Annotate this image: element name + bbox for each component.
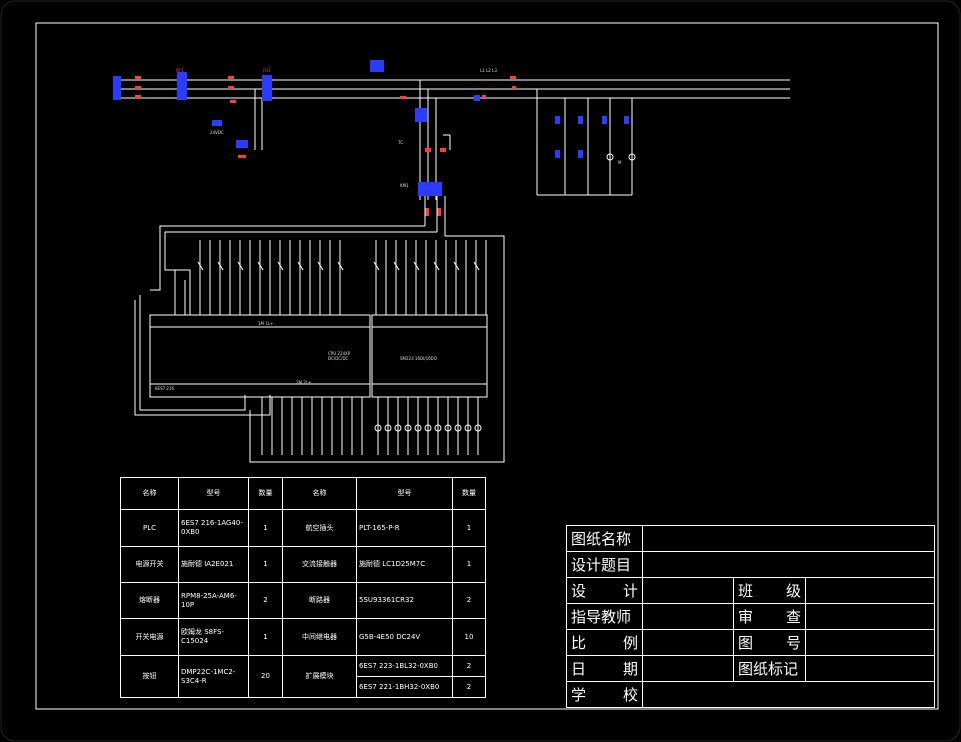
class-label: 班 级	[733, 577, 806, 604]
drawing-no-label: 图 号	[733, 629, 806, 656]
title-block-row: 设计题目	[566, 551, 935, 578]
bom-cell: RPM8-25A-AM6-10P	[178, 582, 249, 619]
bom-header: 名称	[120, 477, 179, 510]
scale-value	[642, 629, 734, 656]
bom-cell: 2	[452, 582, 486, 619]
bom-cell: 扩展模块	[282, 655, 357, 698]
drawing-mark-label: 图纸标记	[733, 655, 806, 682]
instructor-value	[642, 603, 734, 630]
label-fuse: FU1	[263, 68, 271, 73]
school-value	[642, 681, 935, 708]
bom-cell: 中间继电器	[282, 618, 357, 656]
date-value	[642, 655, 734, 682]
bom-cell: 2	[452, 655, 486, 677]
bom-cell: 6ES7 223-1BL32-0XB0	[356, 655, 453, 677]
school-label: 学 校	[566, 681, 643, 708]
drawing-canvas: QF1 FU1 L1 L2 L3 KM1 24VDC TC M CPU 224X…	[0, 0, 961, 742]
label-motor: M	[618, 160, 622, 165]
bom-cell: 航空插头	[282, 509, 357, 547]
class-value	[805, 577, 935, 604]
label-ext-module: SM223 16DI/16DO	[400, 356, 437, 361]
title-block-row: 指导教师 审 查	[566, 603, 935, 630]
bom-row: PLC 6ES7 216-1AG40-0XB0 1 航空插头 PLT-165-P…	[120, 509, 486, 547]
label-terminal-top: 1M 1L+	[258, 321, 274, 326]
label-transformer: TC	[398, 140, 404, 145]
bom-header: 名称	[282, 477, 357, 510]
drawing-mark-value	[805, 655, 935, 682]
label-power: L1 L2 L3	[480, 68, 497, 73]
bom-cell: 6ES7 216-1AG40-0XB0	[178, 509, 249, 547]
review-label: 审 查	[733, 603, 806, 630]
drawing-name-value	[642, 525, 935, 552]
label-plc-sub: DC/DC/DC	[328, 356, 349, 361]
bom-row: 开关电源 欧姆龙 S8FS-C15024 1 中间继电器 G5B-4E50 DC…	[120, 618, 486, 656]
date-label: 日 期	[566, 655, 643, 682]
bom-row: 熔断器 RPM8-25A-AM6-10P 2 断路器 5SU93361CR32 …	[120, 582, 486, 619]
label-breaker: QF1	[176, 68, 184, 73]
bom-cell: 交流接触器	[282, 546, 357, 583]
label-contactor: KM1	[400, 183, 409, 188]
bom-row: 按钮 DMP22C-1MC2-S3C4-R 20 扩展模块 6ES7 223-1…	[120, 655, 486, 698]
title-block-row: 日 期 图纸标记	[566, 655, 935, 682]
bom-row: 电源开关 施耐德 IA2E021 1 交流接触器 施耐德 LC1D25M7C 1	[120, 546, 486, 583]
scale-label: 比 例	[566, 629, 643, 656]
title-block: 图纸名称 设计题目 设 计 班 级 指导教师 审 查 比 例 图 号 日 期 图…	[566, 525, 935, 708]
bom-header: 型号	[356, 477, 453, 510]
bom-cell: DMP22C-1MC2-S3C4-R	[178, 655, 249, 698]
bom-cell: 熔断器	[120, 582, 179, 619]
design-topic-label: 设计题目	[566, 551, 643, 578]
designer-label: 设 计	[566, 577, 643, 604]
bom-header: 数量	[452, 477, 486, 510]
bom-cell: 6ES7 221-1BH32-0XB0	[356, 676, 453, 698]
instructor-label: 指导教师	[566, 603, 643, 630]
bom-cell: 1	[452, 546, 486, 583]
title-block-row: 学 校	[566, 681, 935, 708]
bom-cell: 1	[452, 509, 486, 547]
bom-cell: 2	[452, 676, 486, 698]
bom-cell: 电源开关	[120, 546, 179, 583]
bom-header-row: 名称 型号 数量 名称 型号 数量	[120, 477, 486, 510]
bom-cell: 10	[452, 618, 486, 656]
title-block-row: 图纸名称	[566, 525, 935, 552]
bom-cell: 1	[248, 618, 283, 656]
bom-cell: 开关电源	[120, 618, 179, 656]
drawing-no-value	[805, 629, 935, 656]
bom-cell: 欧姆龙 S8FS-C15024	[178, 618, 249, 656]
bom-cell: 5SU93361CR32	[356, 582, 453, 619]
bom-cell: PLT-165-P-R	[356, 509, 453, 547]
bom-cell: 20	[248, 655, 283, 698]
label-psu: 24VDC	[210, 130, 224, 135]
bom-cell: 断路器	[282, 582, 357, 619]
title-block-row: 设 计 班 级	[566, 577, 935, 604]
label-terminal-bottom: 2M 2L+	[296, 380, 312, 385]
bom-cell: 1	[248, 546, 283, 583]
label-cpu-model: 6ES7 216	[155, 386, 175, 391]
bom-header: 型号	[178, 477, 249, 510]
bom-cell: 施耐德 LC1D25M7C	[356, 546, 453, 583]
review-value	[805, 603, 935, 630]
bom-cell: 施耐德 IA2E021	[178, 546, 249, 583]
designer-value	[642, 577, 734, 604]
bom-cell: 按钮	[120, 655, 179, 698]
bom-cell: PLC	[120, 509, 179, 547]
bom-cell: G5B-4E50 DC24V	[356, 618, 453, 656]
drawing-name-label: 图纸名称	[566, 525, 643, 552]
bom-cell: 1	[248, 509, 283, 547]
bom-cell: 2	[248, 582, 283, 619]
bom-table: 名称 型号 数量 名称 型号 数量 PLC 6ES7 216-1AG40-0XB…	[120, 477, 486, 698]
title-block-row: 比 例 图 号	[566, 629, 935, 656]
bom-header: 数量	[248, 477, 283, 510]
design-topic-value	[642, 551, 935, 578]
